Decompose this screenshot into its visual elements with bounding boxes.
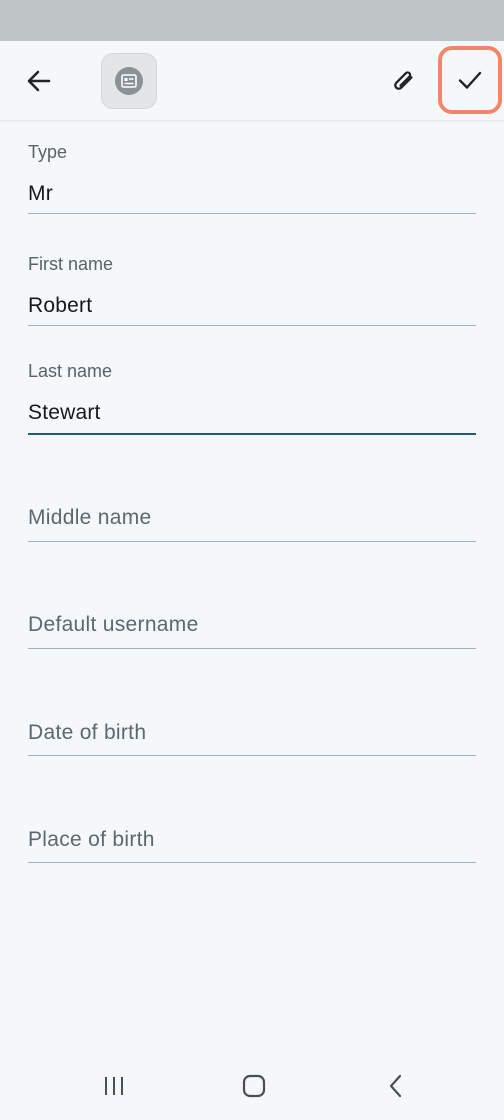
default-username-placeholder: Default username — [28, 613, 199, 636]
first-name-field[interactable]: First name Robert — [28, 252, 476, 328]
type-label: Type — [28, 142, 68, 162]
middle-name-field[interactable]: Middle name — [28, 500, 476, 544]
middle-name-underline — [28, 541, 476, 542]
attach-button[interactable] — [380, 59, 426, 103]
record-type-badge — [101, 53, 157, 109]
checkmark-icon — [458, 71, 482, 89]
date-of-birth-underline — [28, 755, 476, 756]
nav-back-button[interactable] — [366, 1070, 426, 1102]
contact-card-icon — [115, 67, 143, 95]
nav-back-icon — [389, 1074, 402, 1098]
back-button[interactable] — [16, 60, 62, 102]
home-button[interactable] — [224, 1070, 284, 1102]
last-name-value: Stewart — [28, 401, 101, 424]
first-name-value: Robert — [28, 294, 93, 317]
home-icon — [242, 1074, 266, 1098]
last-name-underline — [28, 433, 476, 435]
arrow-left-icon — [27, 70, 51, 92]
place-of-birth-field[interactable]: Place of birth — [28, 822, 476, 866]
paperclip-icon — [394, 71, 413, 90]
first-name-label: First name — [28, 254, 114, 274]
last-name-field[interactable]: Last name Stewart — [28, 359, 476, 437]
recent-apps-icon — [105, 1077, 123, 1095]
type-underline — [28, 213, 476, 214]
date-of-birth-placeholder: Date of birth — [28, 721, 147, 744]
first-name-underline — [28, 325, 476, 326]
place-of-birth-placeholder: Place of birth — [28, 828, 155, 851]
system-nav-bar — [0, 1050, 504, 1120]
date-of-birth-field[interactable]: Date of birth — [28, 715, 476, 759]
last-name-label: Last name — [28, 361, 113, 381]
default-username-underline — [28, 648, 476, 649]
type-field[interactable]: Type Mr — [28, 140, 476, 216]
default-username-field[interactable]: Default username — [28, 607, 476, 651]
type-value: Mr — [28, 182, 53, 205]
save-button[interactable] — [438, 46, 502, 114]
status-bar — [0, 0, 504, 41]
recent-apps-button[interactable] — [84, 1070, 144, 1102]
middle-name-placeholder: Middle name — [28, 506, 152, 529]
place-of-birth-underline — [28, 862, 476, 863]
app-bar — [0, 41, 504, 121]
